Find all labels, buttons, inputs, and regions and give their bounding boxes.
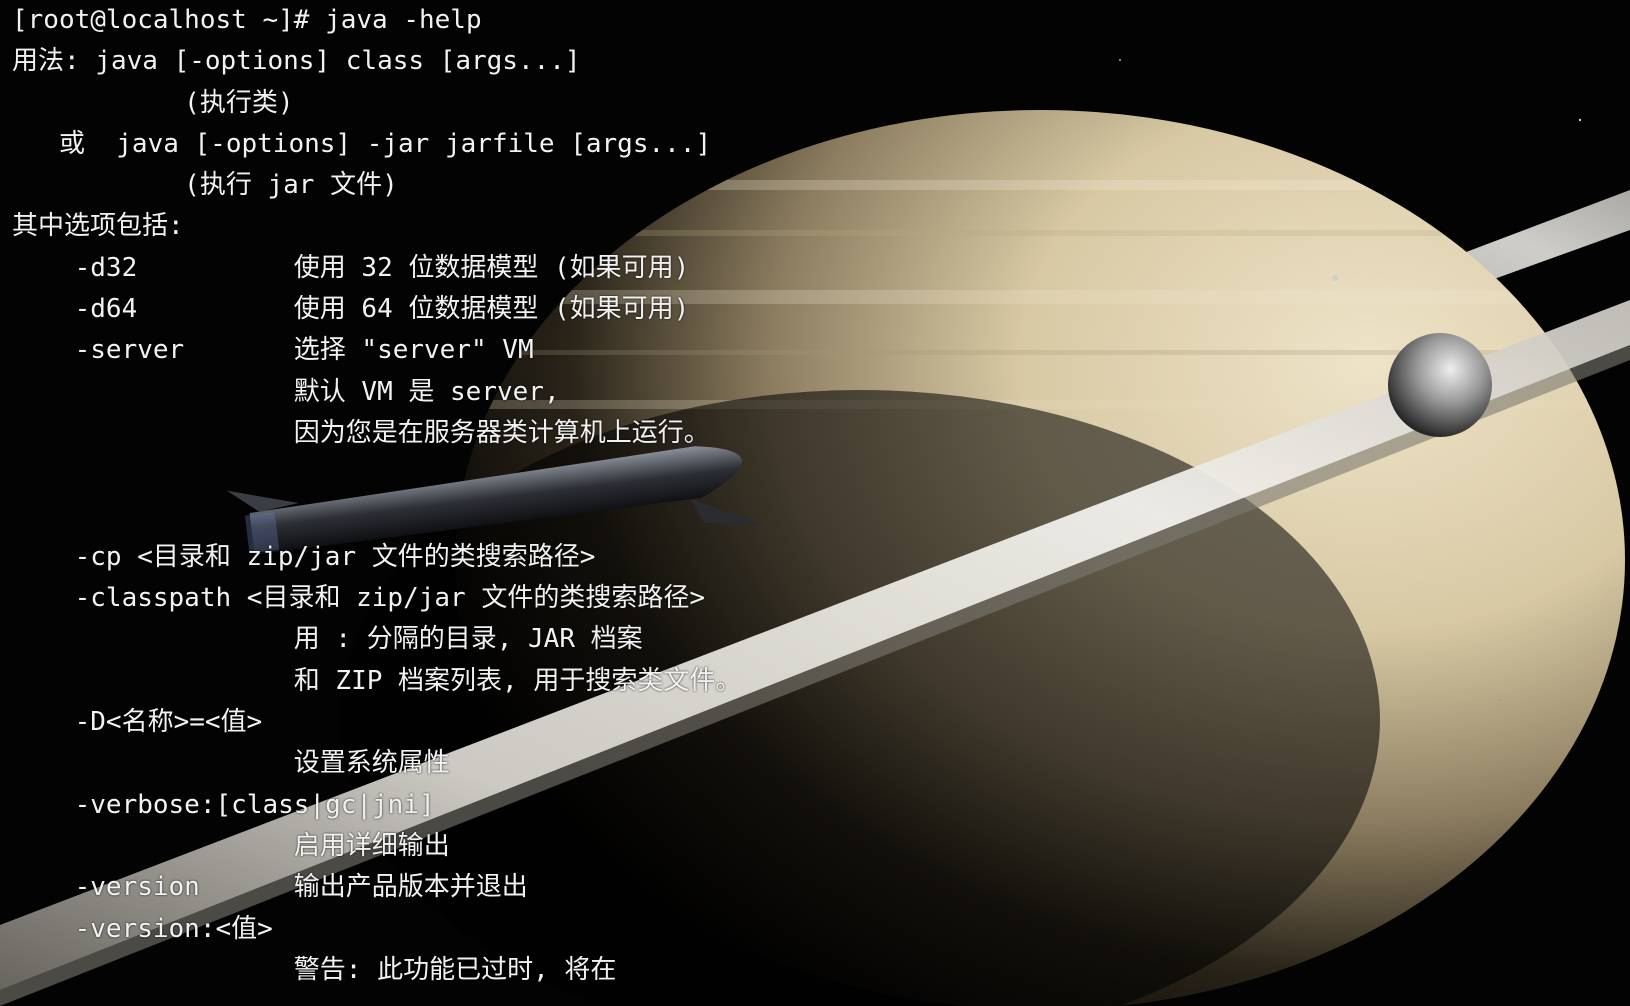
output-line: 和 ZIP 档案列表, 用于搜索类文件。: [12, 665, 742, 696]
option-version-value: -version:<值>: [12, 913, 273, 944]
option-d-property: -D<名称>=<值>: [12, 707, 263, 738]
output-line: (执行类): [12, 87, 294, 118]
output-line: 警告: 此功能已过时, 将在: [12, 954, 617, 985]
prompt-line: [root@localhost ~]# java -help: [12, 5, 482, 35]
output-line: 因为您是在服务器类计算机上运行。: [12, 417, 710, 448]
option-d32: -d32 使用 32 位数据模型 (如果可用): [12, 252, 690, 283]
terminal-output[interactable]: [root@localhost ~]# java -help 用法: java …: [12, 0, 1612, 991]
usage-line: 用法: java [-options] class [args...]: [12, 46, 581, 77]
output-line: 设置系统属性: [12, 748, 450, 779]
option-classpath: -classpath <目录和 zip/jar 文件的类搜索路径>: [12, 583, 705, 614]
terminal-window[interactable]: [root@localhost ~]# java -help 用法: java …: [0, 0, 1630, 1006]
output-line: 启用详细输出: [12, 830, 450, 861]
output-line: 或 java [-options] -jar jarfile [args...]: [12, 128, 712, 159]
option-d64: -d64 使用 64 位数据模型 (如果可用): [12, 294, 690, 325]
option-server: -server 选择 "server" VM: [12, 335, 534, 366]
output-line: (执行 jar 文件): [12, 170, 398, 201]
option-verbose: -verbose:[class|gc|jni]: [12, 789, 435, 820]
option-version: -version 输出产品版本并退出: [12, 872, 528, 903]
output-line: 默认 VM 是 server,: [12, 376, 560, 407]
options-header: 其中选项包括:: [12, 211, 184, 242]
output-line: 用 : 分隔的目录, JAR 档案: [12, 624, 643, 655]
option-cp: -cp <目录和 zip/jar 文件的类搜索路径>: [12, 541, 596, 572]
